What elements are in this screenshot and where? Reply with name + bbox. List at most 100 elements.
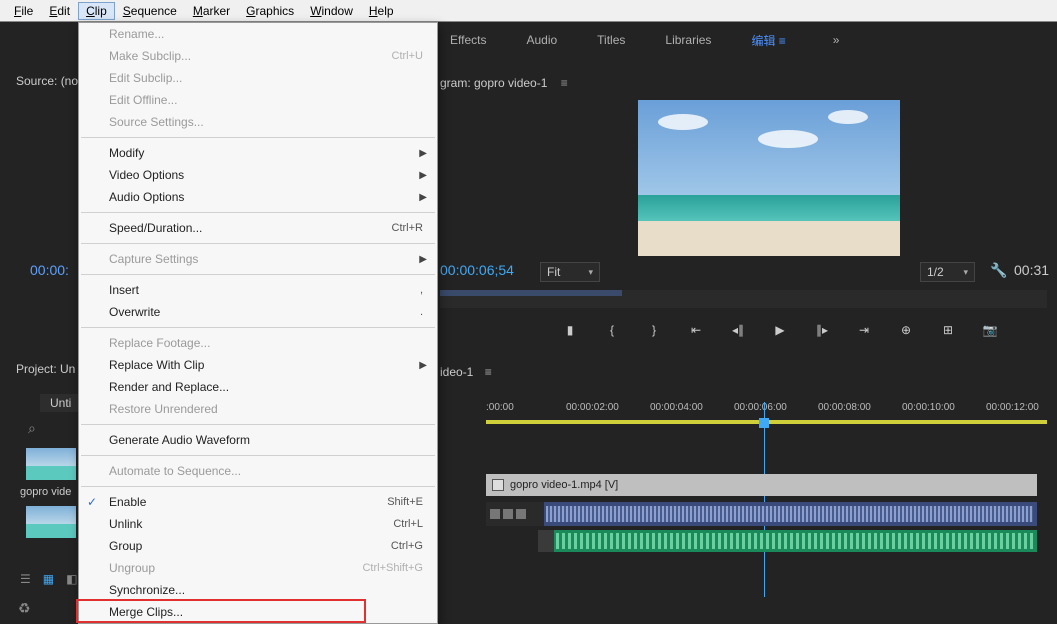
menu-accelerator: Ctrl+Shift+G <box>362 562 423 574</box>
menu-item-label: Render and Replace... <box>109 380 423 394</box>
menubar: FileEditClipSequenceMarkerGraphicsWindow… <box>0 0 1057 22</box>
project-clip-thumbnail[interactable] <box>26 506 76 538</box>
menu-item-insert[interactable]: Insert, <box>79 279 437 301</box>
audio-waveform <box>556 533 1033 549</box>
menu-item-edit-offline: Edit Offline... <box>79 89 437 111</box>
tab-effects[interactable]: Effects <box>450 33 486 47</box>
menu-item-label: Ungroup <box>109 561 362 575</box>
insert-button[interactable]: ⊕ <box>896 320 916 340</box>
menu-item-label: Replace Footage... <box>109 336 423 350</box>
bracket-r-button[interactable]: } <box>644 320 664 340</box>
clip-menu-dropdown: Rename...Make Subclip...Ctrl+UEdit Subcl… <box>78 22 438 624</box>
overwrite-button[interactable]: ⊞ <box>938 320 958 340</box>
settings-wrench-icon[interactable]: 🔧 <box>990 262 1007 279</box>
tab-edit-cn[interactable]: 编辑 <box>751 32 792 49</box>
program-preview[interactable] <box>638 100 900 256</box>
tab-titles[interactable]: Titles <box>597 33 625 47</box>
menu-marker[interactable]: Marker <box>185 2 238 20</box>
menu-item-capture-settings: Capture Settings▶ <box>79 248 437 270</box>
menu-item-source-settings: Source Settings... <box>79 111 437 133</box>
program-timecode-current[interactable]: 00:00:06;54 <box>440 262 514 278</box>
chevron-down-icon: ▾ <box>588 267 593 278</box>
menu-item-label: Automate to Sequence... <box>109 464 423 478</box>
clip-label: gopro video-1.mp4 [V] <box>510 479 618 491</box>
program-timecode-duration: 00:31 <box>1014 262 1049 278</box>
jump-r-button[interactable]: ⇥ <box>854 320 874 340</box>
program-scrub-bar[interactable] <box>440 290 1047 308</box>
tabs-overflow[interactable]: » <box>833 33 840 47</box>
menu-item-synchronize[interactable]: Synchronize... <box>79 579 437 601</box>
video-track-clip[interactable]: gopro video-1.mp4 [V] <box>486 474 1037 496</box>
play-button[interactable]: ▶ <box>770 320 790 340</box>
menu-item-label: Unlink <box>109 517 393 531</box>
menu-item-label: Synchronize... <box>109 583 423 597</box>
audio-track-1-header[interactable] <box>486 502 544 526</box>
menu-item-label: Capture Settings <box>109 252 423 266</box>
recycle-icon[interactable]: ♻ <box>18 600 31 617</box>
timeline-ruler[interactable]: :00:0000:00:02:0000:00:04:0000:00:06:000… <box>440 402 1047 434</box>
jump-l-button[interactable]: ⇤ <box>686 320 706 340</box>
audio-waveform <box>546 506 1033 522</box>
menu-item-overwrite[interactable]: Overwrite. <box>79 301 437 323</box>
menu-item-group[interactable]: GroupCtrl+G <box>79 535 437 557</box>
project-clip-thumbnail[interactable] <box>26 448 76 480</box>
ruler-tick: 00:00:12:00 <box>986 402 1039 413</box>
program-panel-title: gram: gopro video-1 ≡ <box>440 76 568 90</box>
menu-help[interactable]: Help <box>361 2 402 20</box>
audio-track-2-header[interactable] <box>538 530 554 552</box>
menu-item-label: Replace With Clip <box>109 358 423 372</box>
menu-item-generate-audio-waveform[interactable]: Generate Audio Waveform <box>79 429 437 451</box>
submenu-arrow-icon: ▶ <box>419 170 427 181</box>
menu-clip[interactable]: Clip <box>78 2 115 20</box>
tab-libraries[interactable]: Libraries <box>665 33 711 47</box>
search-icon[interactable]: ⌕ <box>28 420 36 437</box>
timeline-sequence-tab[interactable]: ideo-1 ≡ <box>440 365 492 379</box>
menu-item-label: Enable <box>109 495 387 509</box>
menu-separator <box>81 274 435 275</box>
step-r-button[interactable]: ∥▸ <box>812 320 832 340</box>
submenu-arrow-icon: ▶ <box>419 192 427 203</box>
menu-item-unlink[interactable]: UnlinkCtrl+L <box>79 513 437 535</box>
menu-item-label: Restore Unrendered <box>109 402 423 416</box>
transport-controls: ▮ {} ⇤ ◂∥ ▶ ∥▸ ⇥ ⊕ ⊞ 📷 <box>560 320 1000 340</box>
project-view-icons: ☰ ▦ ◧ <box>20 572 77 586</box>
menu-item-label: Generate Audio Waveform <box>109 433 423 447</box>
icon-view-icon[interactable]: ▦ <box>43 572 54 586</box>
camera-button[interactable]: 📷 <box>980 320 1000 340</box>
tab-audio[interactable]: Audio <box>526 33 557 47</box>
bracket-l-button[interactable]: { <box>602 320 622 340</box>
freeform-view-icon[interactable]: ◧ <box>66 572 77 586</box>
step-l-button[interactable]: ◂∥ <box>728 320 748 340</box>
bookmark-button[interactable]: ▮ <box>560 320 580 340</box>
menu-accelerator: Ctrl+L <box>393 518 423 530</box>
menu-item-speed-duration[interactable]: Speed/Duration...Ctrl+R <box>79 217 437 239</box>
menu-file[interactable]: File <box>6 2 41 20</box>
menu-item-render-and-replace[interactable]: Render and Replace... <box>79 376 437 398</box>
menu-separator <box>81 327 435 328</box>
menu-graphics[interactable]: Graphics <box>238 2 302 20</box>
menu-item-replace-with-clip[interactable]: Replace With Clip▶ <box>79 354 437 376</box>
menu-edit[interactable]: Edit <box>41 2 78 20</box>
zoom-fit-dropdown[interactable]: Fit▾ <box>540 262 600 282</box>
ruler-tick: :00:00 <box>486 402 514 413</box>
menu-item-label: Insert <box>109 283 420 297</box>
project-bin-tab[interactable]: Unti <box>40 394 81 412</box>
menu-item-audio-options[interactable]: Audio Options▶ <box>79 186 437 208</box>
preview-cloud <box>828 110 868 124</box>
resolution-dropdown[interactable]: 1/2▾ <box>920 262 975 282</box>
list-view-icon[interactable]: ☰ <box>20 572 31 586</box>
submenu-arrow-icon: ▶ <box>419 360 427 371</box>
panel-menu-icon[interactable]: ≡ <box>557 76 567 90</box>
playhead[interactable] <box>764 402 765 597</box>
panel-menu-icon[interactable]: ≡ <box>481 365 491 379</box>
menu-sequence[interactable]: Sequence <box>115 2 185 20</box>
menu-item-video-options[interactable]: Video Options▶ <box>79 164 437 186</box>
menu-separator <box>81 137 435 138</box>
preview-sand <box>638 221 900 256</box>
menu-item-enable[interactable]: ✓EnableShift+E <box>79 491 437 513</box>
menu-separator <box>81 455 435 456</box>
menu-window[interactable]: Window <box>302 2 361 20</box>
menu-item-label: Audio Options <box>109 190 423 204</box>
menu-item-merge-clips[interactable]: Merge Clips... <box>79 601 437 623</box>
menu-item-modify[interactable]: Modify▶ <box>79 142 437 164</box>
